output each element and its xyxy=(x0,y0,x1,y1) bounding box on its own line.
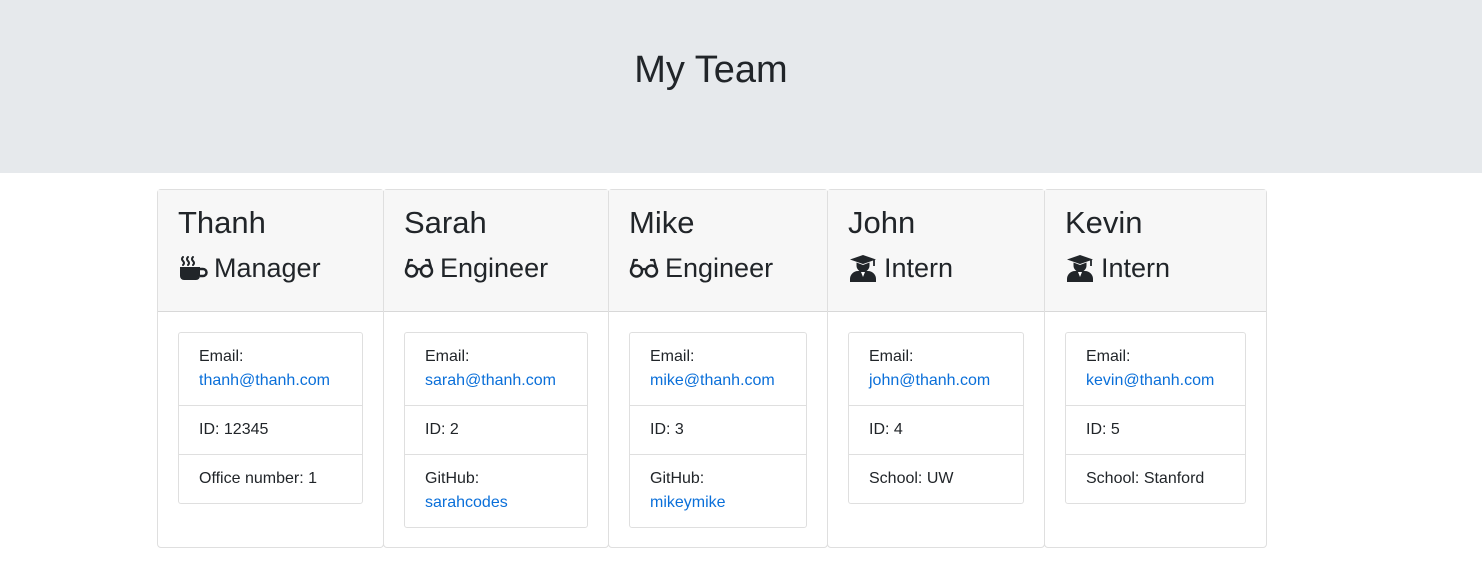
email-label: Email: xyxy=(425,348,470,365)
page-title: My Team xyxy=(634,49,788,91)
github-link[interactable]: mikeymike xyxy=(650,491,786,515)
id-item: ID: 4 xyxy=(849,406,1023,455)
email-label: Email: xyxy=(650,348,695,365)
github-label: GitHub: xyxy=(425,470,480,487)
details-list: Email: sarah@thanh.com ID: 2 GitHub: sar… xyxy=(404,332,588,528)
graduate-icon xyxy=(848,254,878,282)
details-list: Email: kevin@thanh.com ID: 5 School: Sta… xyxy=(1065,332,1246,504)
employee-name: Kevin xyxy=(1065,205,1143,240)
employee-role: Intern xyxy=(848,250,1024,286)
card-header: Sarah Engineer xyxy=(384,190,608,312)
details-list: Email: thanh@thanh.com ID: 12345 Office … xyxy=(178,332,363,504)
email-label: Email: xyxy=(1086,348,1131,365)
email-item: Email: thanh@thanh.com xyxy=(179,333,362,406)
card-header: Mike Engineer xyxy=(609,190,827,312)
id-item: ID: 3 xyxy=(630,406,806,455)
employee-name: John xyxy=(848,205,916,240)
role-label: Manager xyxy=(214,253,321,283)
email-item: Email: john@thanh.com xyxy=(849,333,1023,406)
github-item: GitHub: sarahcodes xyxy=(405,455,587,527)
school-item: School: UW xyxy=(869,470,954,487)
school-item: School: Stanford xyxy=(1086,470,1205,487)
page-header: My Team xyxy=(0,0,1482,173)
card-body: Email: thanh@thanh.com ID: 12345 Office … xyxy=(158,312,383,504)
employee-name: Sarah xyxy=(404,205,487,240)
glasses-icon xyxy=(404,254,434,282)
email-link[interactable]: mike@thanh.com xyxy=(650,369,786,393)
employee-role: Engineer xyxy=(404,250,588,286)
id-item: ID: 2 xyxy=(405,406,587,455)
email-link[interactable]: kevin@thanh.com xyxy=(1086,369,1225,393)
email-link[interactable]: thanh@thanh.com xyxy=(199,369,342,393)
details-list: Email: mike@thanh.com ID: 3 GitHub: mike… xyxy=(629,332,807,528)
card-body: Email: john@thanh.com ID: 4 School: UW xyxy=(828,312,1044,504)
glasses-icon xyxy=(629,254,659,282)
id-item: ID: 5 xyxy=(1066,406,1245,455)
employee-card: Sarah Engineer Email: sarah@thanh.com ID… xyxy=(383,189,609,548)
github-link[interactable]: sarahcodes xyxy=(425,491,567,515)
id-item: ID: 12345 xyxy=(179,406,362,455)
card-body: Email: mike@thanh.com ID: 3 GitHub: mike… xyxy=(609,312,827,528)
employee-card: Thanh Manager Email: thanh@thanh.com ID:… xyxy=(157,189,384,548)
role-label: Engineer xyxy=(665,253,774,283)
github-item: GitHub: mikeymike xyxy=(630,455,806,527)
employee-role: Engineer xyxy=(629,250,807,286)
coffee-icon xyxy=(178,254,208,282)
email-link[interactable]: sarah@thanh.com xyxy=(425,369,567,393)
employee-role: Manager xyxy=(178,250,363,286)
details-list: Email: john@thanh.com ID: 4 School: UW xyxy=(848,332,1024,504)
email-item: Email: sarah@thanh.com xyxy=(405,333,587,406)
email-label: Email: xyxy=(199,348,244,365)
employee-name: Mike xyxy=(629,205,695,240)
employee-role: Intern xyxy=(1065,250,1246,286)
employee-card: Mike Engineer Email: mike@thanh.com ID: … xyxy=(608,189,828,548)
graduate-icon xyxy=(1065,254,1095,282)
email-item: Email: mike@thanh.com xyxy=(630,333,806,406)
employee-name: Thanh xyxy=(178,205,266,240)
card-header: Kevin Intern xyxy=(1045,190,1266,312)
role-label: Intern xyxy=(1101,253,1171,283)
employee-card: John Intern Email: john@thanh.com ID: 4 … xyxy=(827,189,1045,548)
employee-card: Kevin Intern Email: kevin@thanh.com ID: … xyxy=(1044,189,1267,548)
email-item: Email: kevin@thanh.com xyxy=(1066,333,1245,406)
office-number-item: Office number: 1 xyxy=(199,470,317,487)
card-header: Thanh Manager xyxy=(158,190,383,312)
email-link[interactable]: john@thanh.com xyxy=(869,369,1003,393)
github-label: GitHub: xyxy=(650,470,705,487)
role-label: Engineer xyxy=(440,253,549,283)
card-body: Email: sarah@thanh.com ID: 2 GitHub: sar… xyxy=(384,312,608,528)
role-label: Intern xyxy=(884,253,954,283)
card-body: Email: kevin@thanh.com ID: 5 School: Sta… xyxy=(1045,312,1266,504)
email-label: Email: xyxy=(869,348,914,365)
card-header: John Intern xyxy=(828,190,1044,312)
